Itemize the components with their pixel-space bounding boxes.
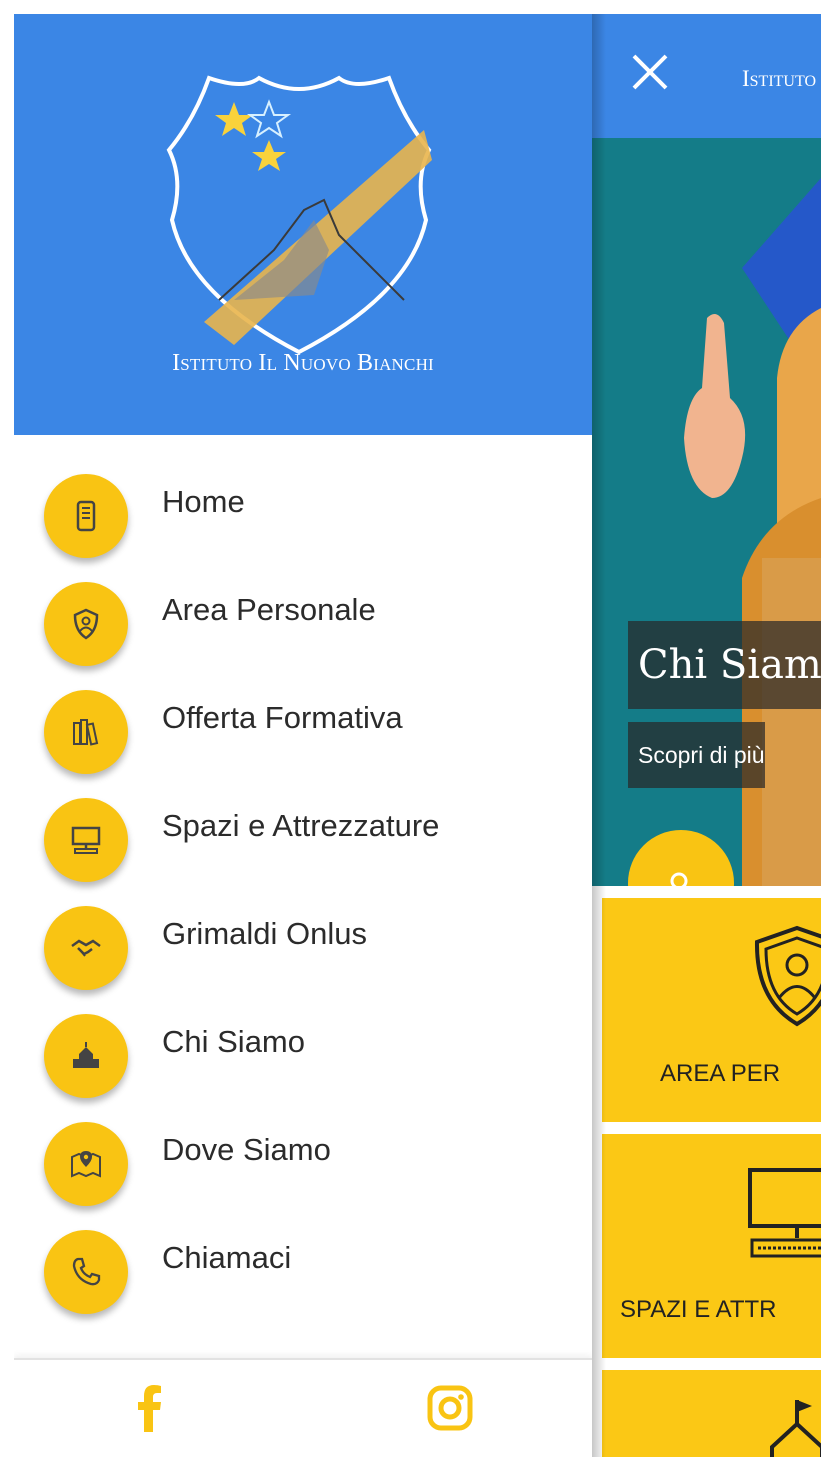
computer-icon — [71, 826, 101, 854]
menu-icon-badge — [44, 1230, 128, 1314]
instagram-icon[interactable] — [420, 1378, 480, 1438]
drawer-header: Istituto Il Nuovo Bianchi — [14, 14, 592, 435]
menu-item-dove-siamo[interactable]: Dove Siamo — [14, 1122, 592, 1230]
books-icon — [73, 719, 99, 746]
menu-item-chiamaci[interactable]: Chiamaci — [14, 1230, 592, 1338]
menu-icon-badge — [44, 690, 128, 774]
menu-icon-badge — [44, 1014, 128, 1098]
building-icon — [73, 1042, 99, 1068]
phone-icon — [72, 1257, 101, 1286]
menu-icon-badge — [44, 1122, 128, 1206]
menu-item-offerta-formativa[interactable]: Offerta Formativa — [14, 690, 592, 798]
navigation-drawer: Istituto Il Nuovo Bianchi Home Area Pers… — [14, 14, 592, 1457]
app-title: Istituto — [742, 66, 817, 91]
menu-item-chi-siamo[interactable]: Chi Siamo — [14, 1014, 592, 1122]
top-app-bar: Istituto — [592, 14, 821, 138]
menu-icon-badge — [44, 582, 128, 666]
menu-label: Grimaldi Onlus — [162, 916, 367, 951]
shield-person-icon — [754, 925, 821, 1027]
hero-banner[interactable]: Chi Siam Scopri di più — [592, 138, 821, 886]
main-content: Istituto Chi Siam Scopri di più AREA PER — [592, 14, 821, 1457]
menu-icon-badge — [44, 798, 128, 882]
menu-item-home[interactable]: Home — [14, 474, 592, 582]
school-crest-logo — [166, 75, 432, 355]
menu-item-grimaldi-onlus[interactable]: Grimaldi Onlus — [14, 906, 592, 1014]
shield-person-icon — [73, 608, 99, 640]
tile-label: SPAZI E ATTR — [620, 1296, 777, 1323]
menu-icon-badge — [44, 474, 128, 558]
menu-item-spazi-attrezzature[interactable]: Spazi e Attrezzature — [14, 798, 592, 906]
building-icon — [770, 1400, 821, 1457]
drawer-footer — [14, 1358, 592, 1457]
tile-area-personale[interactable]: AREA PER — [602, 898, 821, 1122]
facebook-icon[interactable] — [120, 1378, 180, 1438]
handshake-icon — [71, 939, 101, 957]
menu-label: Area Personale — [162, 592, 376, 627]
map-pin-icon — [71, 1151, 101, 1178]
phone-device-icon — [76, 500, 96, 532]
menu-label: Chiamaci — [162, 1240, 292, 1275]
tile-chi-siamo[interactable] — [602, 1370, 821, 1457]
menu-item-area-personale[interactable]: Area Personale — [14, 582, 592, 690]
hero-learn-more-link[interactable]: Scopri di più — [628, 722, 765, 788]
close-icon[interactable] — [628, 50, 672, 94]
tile-spazi-attrezzature[interactable]: SPAZI E ATTR — [602, 1134, 821, 1358]
search-icon — [670, 872, 688, 886]
hero-title: Chi Siam — [628, 621, 821, 709]
menu-label: Offerta Formativa — [162, 700, 403, 735]
computer-icon — [748, 1168, 821, 1258]
tile-label: AREA PER — [660, 1060, 781, 1087]
school-name: Istituto Il Nuovo Bianchi — [172, 350, 434, 376]
menu-label: Home — [162, 484, 245, 519]
menu-icon-badge — [44, 906, 128, 990]
menu-label: Chi Siamo — [162, 1024, 305, 1059]
menu-label: Dove Siamo — [162, 1132, 331, 1167]
drawer-menu: Home Area Personale Offerta Formativa Sp… — [14, 474, 592, 1338]
menu-label: Spazi e Attrezzature — [162, 808, 440, 843]
